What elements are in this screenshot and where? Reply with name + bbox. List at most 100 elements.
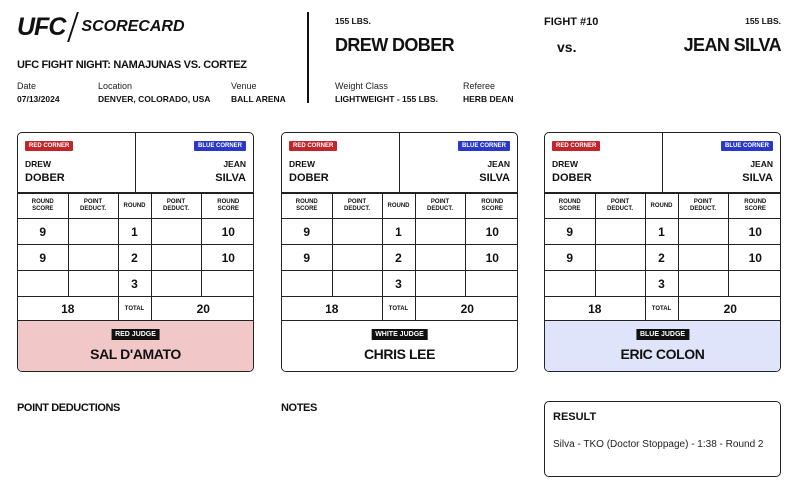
fight-number: FIGHT #10 [544, 16, 599, 28]
blue-corner-badge: BLUE CORNER [193, 141, 246, 151]
total-row: 18 TOTAL 20 [545, 296, 780, 322]
logo-scorecard-text: SCORECARD [81, 18, 185, 35]
blue-deduction [414, 244, 466, 271]
card-header: RED CORNER BLUE CORNER DREW DOBER JEAN S… [545, 133, 780, 193]
red-score [282, 270, 333, 297]
blue-deduction [414, 218, 466, 245]
card-header: RED CORNER BLUE CORNER DREW DOBER JEAN S… [282, 133, 517, 193]
judge-badge: RED JUDGE [111, 329, 160, 340]
scorecard-white-judge: RED CORNER BLUE CORNER DREW DOBER JEAN S… [281, 132, 518, 372]
logo-ufc-text: UFC [17, 12, 66, 41]
card-header: RED CORNER BLUE CORNER DREW DOBER JEAN S… [18, 133, 253, 193]
judge-footer: WHITE JUDGE CHRIS LEE [282, 320, 517, 371]
date-label: Date [17, 81, 37, 91]
judge-name: ERIC COLON [620, 346, 705, 362]
red-score: 9 [282, 244, 333, 271]
round-number: 1 [644, 218, 679, 245]
blue-deduction [150, 218, 202, 245]
blue-round-score-header: ROUND SCORE [727, 193, 780, 219]
table-row: 3 [282, 270, 517, 297]
round-header: ROUND [117, 193, 152, 219]
red-score: 9 [282, 218, 333, 245]
red-fighter-name: DREW DOBER [335, 35, 455, 55]
blue-score: 10 [200, 218, 253, 245]
red-last-name: DOBER [289, 172, 329, 184]
blue-score: 10 [727, 218, 780, 245]
red-first-name: DREW [552, 159, 578, 169]
blue-score: 10 [200, 244, 253, 271]
result-box: RESULT Silva - TKO (Doctor Stoppage) - 1… [544, 401, 781, 477]
blue-total: 20 [677, 296, 780, 322]
judge-badge: WHITE JUDGE [371, 329, 428, 340]
red-deduction [67, 218, 119, 245]
red-corner-badge: RED CORNER [25, 141, 74, 151]
header-split [662, 133, 663, 193]
judge-name: SAL D'AMATO [90, 346, 181, 362]
blue-deduction [677, 244, 729, 271]
blue-total: 20 [150, 296, 253, 322]
blue-score: 10 [464, 244, 517, 271]
red-first-name: DREW [289, 159, 315, 169]
round-number: 3 [644, 270, 679, 297]
red-score: 9 [18, 218, 69, 245]
ufc-logo: UFC SCORECARD [17, 12, 185, 42]
red-deduction [331, 218, 383, 245]
table-row: 3 [18, 270, 253, 297]
referee-value: HERB DEAN [463, 94, 514, 104]
weight-class-value: LIGHTWEIGHT - 155 LBS. [335, 94, 438, 104]
score-table: ROUND SCORE POINT DEDUCT. ROUND POINT DEDUC… [18, 193, 253, 322]
blue-score [200, 270, 253, 297]
red-total: 18 [545, 296, 646, 322]
blue-point-deduct-header: POINT DEDUCT. [677, 193, 729, 219]
red-total: 18 [18, 296, 119, 322]
header-row: ROUND SCORE POINT DEDUCT. ROUND POINT DEDUC… [282, 193, 517, 219]
logo-slash [67, 12, 80, 42]
location-value: DENVER, COLORADO, USA [98, 94, 211, 104]
red-deduction [594, 244, 646, 271]
red-round-score-header: ROUND SCORE [545, 193, 596, 219]
blue-total: 20 [414, 296, 517, 322]
blue-score: 10 [464, 218, 517, 245]
red-point-deduct-header: POINT DEDUCT. [594, 193, 646, 219]
red-corner-badge: RED CORNER [289, 141, 338, 151]
red-deduction [594, 270, 646, 297]
judge-footer: RED JUDGE SAL D'AMATO [18, 320, 253, 371]
blue-first-name: JEAN [750, 159, 773, 169]
blue-round-score-header: ROUND SCORE [200, 193, 253, 219]
venue-label: Venue [231, 81, 257, 91]
blue-point-deduct-header: POINT DEDUCT. [414, 193, 466, 219]
round-number: 2 [117, 244, 152, 271]
blue-score [464, 270, 517, 297]
header-split [399, 133, 400, 193]
red-point-deduct-header: POINT DEDUCT. [331, 193, 383, 219]
location-label: Location [98, 81, 133, 91]
date-value: 07/13/2024 [17, 94, 60, 104]
header-split [135, 133, 136, 193]
red-point-deduct-header: POINT DEDUCT. [67, 193, 119, 219]
table-row: 9 2 10 [545, 244, 780, 271]
red-weight: 155 LBS. [335, 16, 371, 26]
blue-last-name: SILVA [215, 172, 246, 184]
judge-badge: BLUE JUDGE [635, 329, 690, 340]
header-row: ROUND SCORE POINT DEDUCT. ROUND POINT DEDUC… [545, 193, 780, 219]
blue-weight: 155 LBS. [745, 16, 781, 26]
red-round-score-header: ROUND SCORE [18, 193, 69, 219]
blue-deduction [677, 218, 729, 245]
blue-last-name: SILVA [742, 172, 773, 184]
judge-footer: BLUE JUDGE ERIC COLON [545, 320, 780, 371]
point-deductions-title: POINT DEDUCTIONS [17, 402, 120, 414]
red-score [545, 270, 596, 297]
header-divider [307, 12, 309, 103]
total-label: TOTAL [381, 296, 416, 322]
table-row: 9 1 10 [282, 218, 517, 245]
total-row: 18 TOTAL 20 [282, 296, 517, 322]
weight-class-label: Weight Class [335, 81, 388, 91]
red-deduction [331, 270, 383, 297]
result-text: Silva - TKO (Doctor Stoppage) - 1:38 - R… [553, 439, 764, 450]
round-number: 1 [117, 218, 152, 245]
score-table: ROUND SCORE POINT DEDUCT. ROUND POINT DEDUC… [282, 193, 517, 322]
blue-corner-badge: BLUE CORNER [720, 141, 773, 151]
header-row: ROUND SCORE POINT DEDUCT. ROUND POINT DEDUC… [18, 193, 253, 219]
blue-score [727, 270, 780, 297]
total-label: TOTAL [644, 296, 679, 322]
